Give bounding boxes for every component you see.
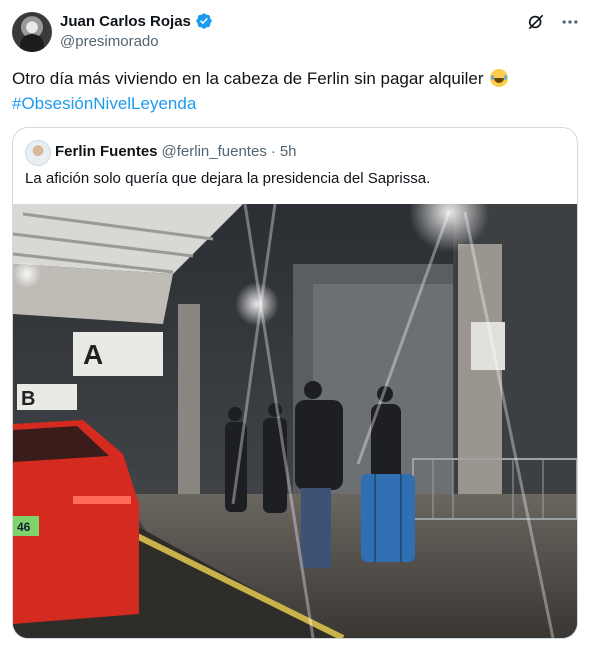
author-avatar[interactable] xyxy=(12,12,52,52)
luggage xyxy=(361,474,415,562)
sign-b: B xyxy=(21,388,35,410)
author-handle[interactable]: @presimorado xyxy=(60,33,159,50)
quote-text: La afición solo quería que dejara la pre… xyxy=(25,170,431,187)
verified-icon xyxy=(196,13,212,29)
sign-a: A xyxy=(83,339,103,370)
quote-header: Ferlin Fuentes @ferlin_fuentes · 5h xyxy=(55,143,297,160)
quoted-tweet[interactable]: Ferlin Fuentes @ferlin_fuentes · 5h La a… xyxy=(12,127,578,639)
license-plate: 46 xyxy=(17,520,31,534)
quote-avatar[interactable] xyxy=(25,140,51,166)
author-display-name[interactable]: Juan Carlos Rojas xyxy=(60,13,191,30)
quote-handle[interactable]: @ferlin_fuentes xyxy=(162,143,267,160)
quote-display-name[interactable]: Ferlin Fuentes xyxy=(55,143,158,160)
tweet-actions xyxy=(526,12,580,32)
hashtag-link[interactable]: #ObsesiónNivelLeyenda xyxy=(12,94,196,113)
grok-icon[interactable] xyxy=(526,12,546,32)
tweet-body: Otro día más viviendo en la cabeza de Fe… xyxy=(12,69,484,88)
quote-separator: · xyxy=(270,143,276,160)
quote-photo[interactable]: A B 46 xyxy=(13,204,577,638)
tweet-text: Otro día más viviendo en la cabeza de Fe… xyxy=(12,66,582,116)
author-name-row: Juan Carlos Rojas xyxy=(60,12,213,30)
laughing-emoji xyxy=(490,69,509,87)
quote-timestamp[interactable]: 5h xyxy=(280,143,297,160)
more-icon[interactable] xyxy=(560,12,580,32)
